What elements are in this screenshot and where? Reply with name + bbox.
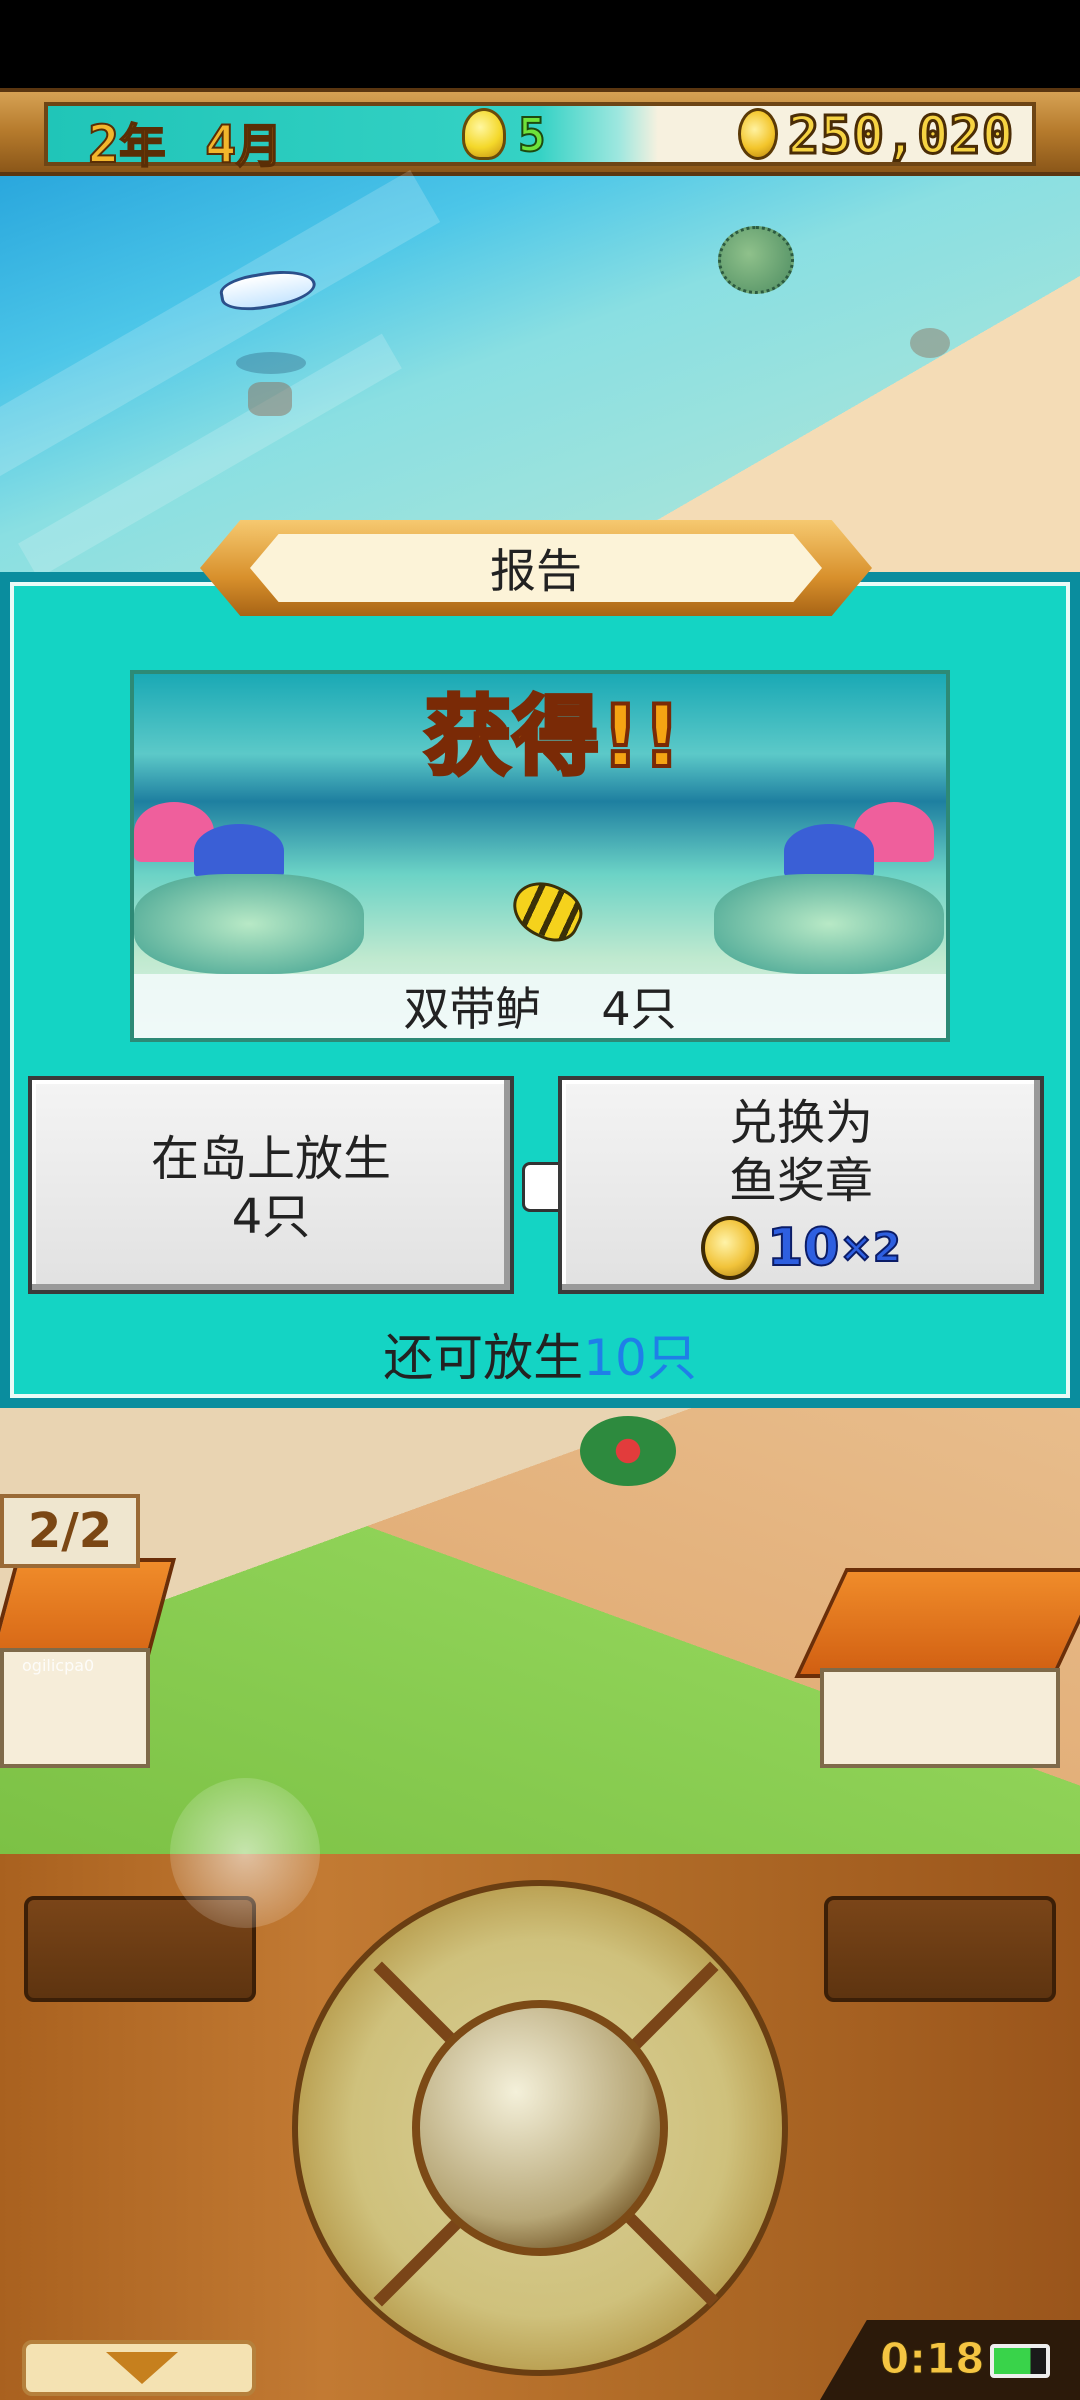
coral-sprite <box>784 824 874 878</box>
overlay-text: ogilicpa0 <box>22 1656 95 1675</box>
sparkle-effect <box>170 1778 320 1928</box>
obtain-heading: 获得!! <box>404 674 704 791</box>
remaining-release: 还可放生10只 <box>0 1318 1080 1390</box>
island-scene: ogilicpa0 <box>0 1408 1080 1854</box>
year-value: 2 <box>87 114 120 176</box>
month-value: 4 <box>204 114 237 176</box>
lightbulb-icon <box>462 108 506 160</box>
catch-caption: 双带鲈 4只 <box>134 974 946 1038</box>
medal-value: 10 <box>766 1217 840 1279</box>
fish-icon <box>503 871 591 951</box>
exchange-button-label: 兑换为 <box>728 1095 873 1151</box>
coral-sprite <box>194 824 284 878</box>
coin-icon <box>738 108 778 160</box>
medal-icon <box>701 1216 760 1280</box>
flower-bush-sprite <box>580 1416 676 1486</box>
money-display: 250,020 <box>786 105 1015 168</box>
report-title: 报告 <box>250 534 822 602</box>
release-button-count: 4只 <box>231 1189 311 1245</box>
exchange-button-target: 鱼奖章 <box>728 1153 873 1209</box>
remaining-label: 还可放生 <box>383 1329 584 1387</box>
release-button-label: 在岛上放生 <box>150 1131 391 1187</box>
pufferfish-sprite[interactable] <box>718 226 794 294</box>
center-action-button[interactable] <box>412 2000 668 2256</box>
catch-image: 获得!! 双带鲈 4只 <box>130 670 950 1042</box>
medal-multiplier: ×2 <box>838 1224 901 1272</box>
fish-shadow <box>236 352 306 374</box>
house-building[interactable] <box>820 1668 1060 1768</box>
right-shoulder-button[interactable] <box>824 1896 1056 2002</box>
release-on-island-button[interactable]: 在岛上放生 4只 <box>28 1076 514 1294</box>
menu-toggle-button[interactable] <box>22 2340 256 2396</box>
month-unit: 月 <box>235 118 283 174</box>
status-panel: 2年 4月 5 250,020 <box>44 102 1036 176</box>
chevron-down-icon <box>106 2352 178 2384</box>
play-timer: 0:18 <box>879 2334 985 2384</box>
reef-rocks <box>134 874 364 974</box>
slot-counter: 2/2 <box>0 1494 140 1568</box>
top-status-bar: 2年 4月 5 250,020 <box>0 88 1080 176</box>
remaining-value: 10只 <box>583 1329 697 1387</box>
catch-name: 双带鲈 <box>403 982 542 1036</box>
medal-reward: 10 ×2 <box>562 1216 1040 1280</box>
house-roof <box>794 1568 1080 1678</box>
battery-icon <box>990 2344 1050 2378</box>
year-unit: 年 <box>118 118 166 174</box>
exchange-medal-button[interactable]: 兑换为 鱼奖章 10 ×2 <box>558 1076 1044 1294</box>
rock-sprite <box>910 328 950 358</box>
reef-rocks <box>714 874 944 974</box>
catch-count: 4只 <box>601 982 677 1036</box>
date-display: 2年 4月 <box>87 110 283 176</box>
starfish-sprite <box>248 382 292 416</box>
ideas-count: 5 <box>517 107 547 163</box>
obtain-label: 获得!! <box>423 685 684 789</box>
